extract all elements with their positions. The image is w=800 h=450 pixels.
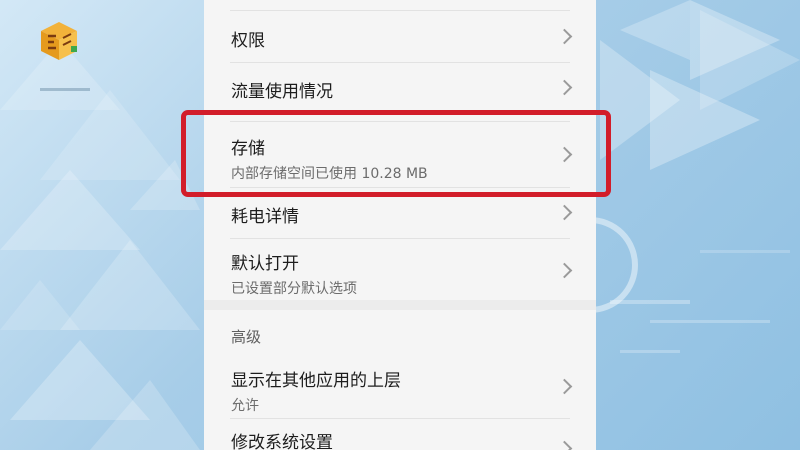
- storage-highlight-box: [181, 110, 611, 197]
- item-title: 修改系统设置: [231, 433, 333, 450]
- list-item-display-over-apps[interactable]: 显示在其他应用的上层 允许: [204, 366, 596, 415]
- item-title: 耗电详情: [231, 207, 299, 227]
- divider: [230, 418, 570, 419]
- list-item-battery-details[interactable]: 耗电详情: [204, 202, 596, 227]
- app-info-settings-panel: 权限 流量使用情况 存储 内部存储空间已使用 10.28 MB 耗电详情 默认打…: [204, 0, 596, 450]
- item-title: 流量使用情况: [231, 82, 333, 102]
- divider: [230, 10, 570, 11]
- list-item-data-usage[interactable]: 流量使用情况: [204, 77, 596, 102]
- section-separator: [204, 300, 596, 310]
- section-header-advanced: 高级: [204, 326, 596, 347]
- divider: [230, 238, 570, 239]
- list-item-modify-system-settings[interactable]: 修改系统设置: [204, 428, 596, 450]
- section-label: 高级: [231, 328, 262, 346]
- item-subtitle: 允许: [231, 398, 259, 414]
- list-item-permissions[interactable]: 权限: [204, 26, 596, 51]
- list-item-open-by-default[interactable]: 默认打开 已设置部分默认选项: [204, 249, 596, 298]
- logo-cube-icon: [38, 20, 80, 62]
- item-title: 权限: [231, 31, 265, 51]
- item-title: 显示在其他应用的上层: [231, 371, 401, 391]
- divider: [230, 62, 570, 63]
- item-subtitle: 已设置部分默认选项: [231, 281, 357, 297]
- item-title: 默认打开: [231, 254, 299, 274]
